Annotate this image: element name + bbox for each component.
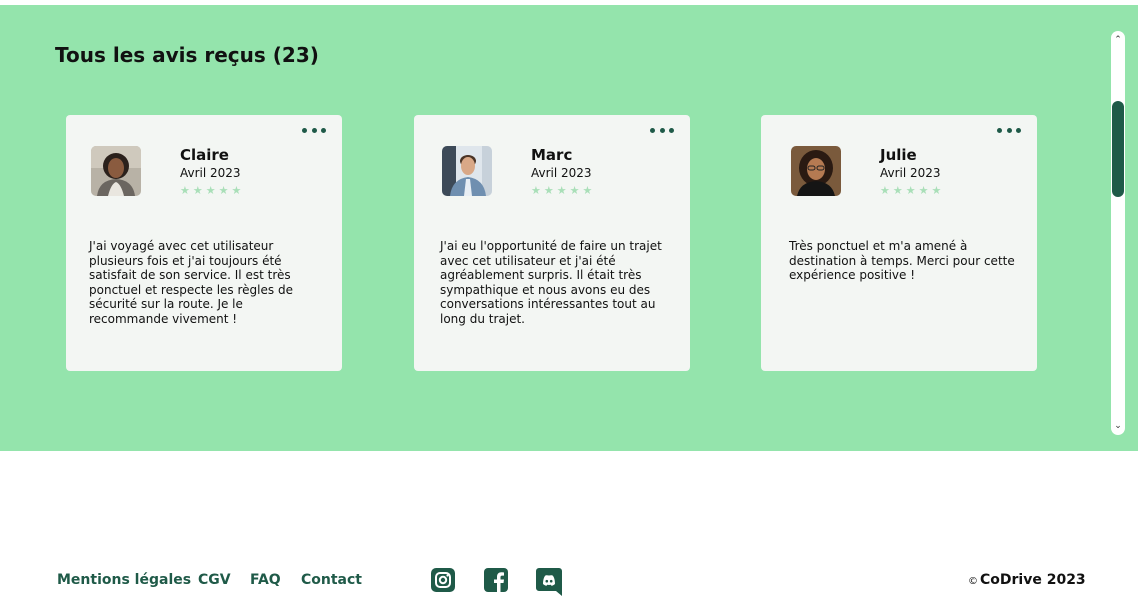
reviewer-name: Marc <box>531 146 573 164</box>
rating-stars: ★★★★★ <box>531 184 596 197</box>
scroll-down-icon[interactable]: ⌄ <box>1111 420 1125 432</box>
review-card: Julie Avril 2023 ★★★★★ Très ponctuel et … <box>761 115 1037 371</box>
review-text: J'ai eu l'opportunité de faire un trajet… <box>440 239 662 326</box>
review-card: Claire Avril 2023 ★★★★★ J'ai voyagé avec… <box>66 115 342 371</box>
reviews-section: Tous les avis reçus (23) Claire Avril 20… <box>0 5 1138 451</box>
more-options-icon[interactable] <box>302 125 326 135</box>
rating-stars: ★★★★★ <box>180 184 245 197</box>
rating-stars: ★★★★★ <box>880 184 945 197</box>
footer-link-contact[interactable]: Contact <box>301 572 362 588</box>
avatar <box>91 146 141 196</box>
copyright-symbol: © <box>968 576 978 587</box>
scroll-thumb[interactable] <box>1112 101 1124 197</box>
instagram-icon[interactable] <box>431 568 455 592</box>
review-date: Avril 2023 <box>180 166 241 180</box>
scrollbar[interactable]: ⌃ ⌄ <box>1111 31 1125 435</box>
reviewer-name: Claire <box>180 146 229 164</box>
review-text: Très ponctuel et m'a amené à destination… <box>789 239 1015 283</box>
footer-link-cgv[interactable]: CGV <box>198 572 231 588</box>
scroll-up-icon[interactable]: ⌃ <box>1111 34 1125 46</box>
avatar <box>442 146 492 196</box>
section-title: Tous les avis reçus (23) <box>55 43 319 67</box>
review-text: J'ai voyagé avec cet utilisateur plusieu… <box>89 239 293 326</box>
facebook-icon[interactable] <box>484 568 508 592</box>
more-options-icon[interactable] <box>997 125 1021 135</box>
more-options-icon[interactable] <box>650 125 674 135</box>
review-date: Avril 2023 <box>531 166 592 180</box>
review-card: Marc Avril 2023 ★★★★★ J'ai eu l'opportun… <box>414 115 690 371</box>
reviewer-name: Julie <box>880 146 917 164</box>
footer-link-mentions-legales[interactable]: Mentions légales <box>57 572 191 588</box>
copyright-text: CoDrive 2023 <box>980 572 1086 588</box>
discord-icon[interactable] <box>536 568 562 596</box>
footer-link-faq[interactable]: FAQ <box>250 572 281 588</box>
review-date: Avril 2023 <box>880 166 941 180</box>
avatar <box>791 146 841 196</box>
copyright: © CoDrive 2023 <box>968 572 1086 588</box>
